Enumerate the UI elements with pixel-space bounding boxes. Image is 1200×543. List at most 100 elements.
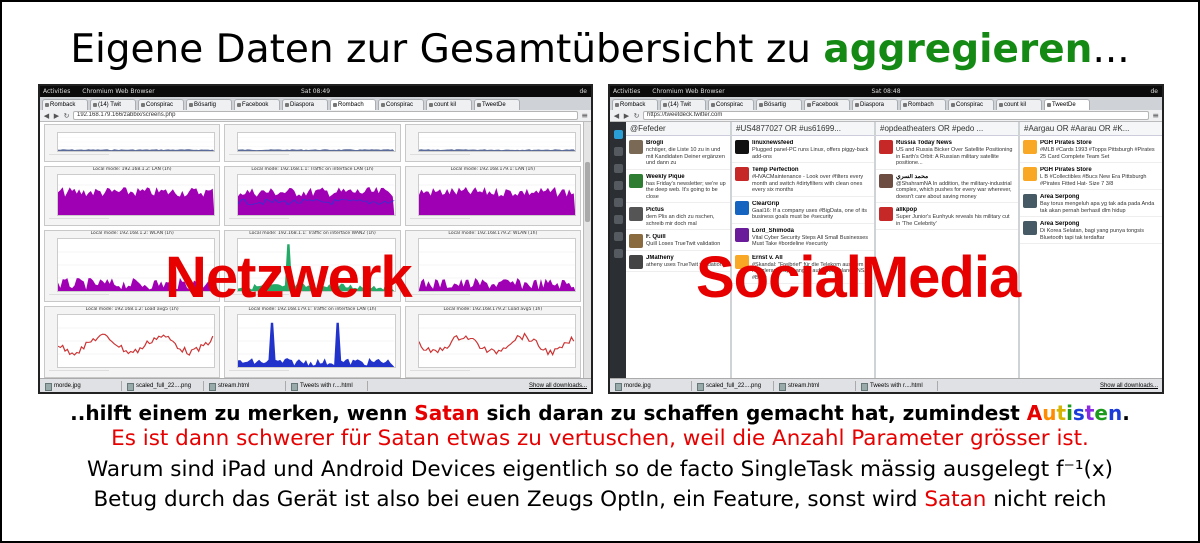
avatar[interactable]: [629, 207, 643, 221]
browser-tab[interactable]: Conspirac: [708, 99, 754, 110]
browser-tab[interactable]: Bösartig: [756, 99, 802, 110]
avatar[interactable]: [879, 173, 893, 188]
download-item[interactable]: scaled_full_22....png: [126, 380, 204, 391]
reload-icon[interactable]: ↻: [63, 112, 70, 120]
browser-tab[interactable]: Facebook: [234, 99, 280, 110]
browser-tab[interactable]: Conspirac: [378, 99, 424, 110]
download-item[interactable]: stream.html: [778, 380, 856, 391]
settings-icon[interactable]: [613, 249, 623, 258]
browser-tab[interactable]: Diaspora: [852, 99, 898, 110]
tweet-author[interactable]: Area Serpong: [1040, 194, 1159, 201]
tweet[interactable]: PGH Pirates Store L B #Collectibles #Bucs…: [1020, 163, 1162, 190]
browser-tab[interactable]: Diaspora: [282, 99, 328, 110]
tweet-author[interactable]: F. Quill: [646, 234, 727, 241]
avatar[interactable]: [1023, 140, 1037, 154]
avatar[interactable]: [735, 227, 749, 242]
browser-tab[interactable]: Bösartig: [186, 99, 232, 110]
tweet-author[interactable]: Pictus: [646, 207, 727, 214]
tweet[interactable]: PGH Pirates Store #MLB #Cards 1993 #Topps…: [1020, 136, 1162, 163]
tweet-author[interactable]: ClearGrip: [752, 201, 871, 208]
avatar[interactable]: [879, 207, 893, 221]
avatar[interactable]: [735, 167, 749, 181]
avatar[interactable]: [629, 173, 643, 188]
avatar[interactable]: [629, 234, 643, 248]
browser-tab[interactable]: Rombach: [900, 99, 946, 110]
download-item[interactable]: Tweets with r....html: [290, 380, 368, 391]
tweet[interactable]: Weekly Pique has Friday's newsletter; we'…: [626, 170, 730, 203]
avatar[interactable]: [1023, 167, 1037, 181]
download-item[interactable]: morde.jpg: [44, 380, 122, 391]
column-header[interactable]: #US4877027 OR #us61699...: [732, 122, 874, 136]
column-header[interactable]: @Fefeder: [626, 122, 730, 136]
download-item[interactable]: scaled_full_22....png: [696, 380, 774, 391]
keyboard-layout[interactable]: de: [1151, 86, 1159, 97]
download-item[interactable]: Tweets with r....html: [860, 380, 938, 391]
tweet-author[interactable]: PGH Pirates Store: [1040, 167, 1159, 174]
tweetdeck-logo-icon[interactable]: [613, 130, 623, 139]
browser-tab-active[interactable]: TweetDe: [1044, 99, 1090, 110]
tweet-author[interactable]: linuxnewsfeed: [752, 140, 871, 147]
tweet[interactable]: Temp Perfection #HVACMaintenance - Look o…: [732, 163, 874, 197]
download-item[interactable]: morde.jpg: [614, 380, 692, 391]
column-header[interactable]: #Aargau OR #Aarau OR #K...: [1020, 122, 1162, 136]
tweet[interactable]: محمد السري @ShahramNA In addition, the mi…: [876, 170, 1018, 203]
avatar[interactable]: [1023, 194, 1037, 208]
download-item[interactable]: stream.html: [208, 380, 286, 391]
avatar[interactable]: [735, 140, 749, 154]
back-icon[interactable]: ◀: [613, 112, 620, 120]
back-icon[interactable]: ◀: [43, 112, 50, 120]
column-header[interactable]: #opdeatheaters OR #pedo ...: [876, 122, 1018, 136]
avatar[interactable]: [735, 200, 749, 215]
menu-icon[interactable]: ≡: [1152, 111, 1159, 120]
show-all-downloads-link[interactable]: Show all downloads...: [1100, 383, 1158, 389]
tweet[interactable]: linuxnewsfeed Plugged panel-PC runs Linux…: [732, 136, 874, 163]
browser-tab-active[interactable]: Rombach: [330, 99, 376, 110]
tweet[interactable]: ClearGrip Gaal16: If a company uses #BigD…: [732, 197, 874, 224]
browser-tab[interactable]: Romback: [612, 99, 658, 110]
avatar[interactable]: [629, 140, 643, 154]
tweet-author[interactable]: Brogli: [646, 140, 727, 147]
messages-icon[interactable]: [613, 181, 623, 190]
browser-tab[interactable]: (14) Twit: [660, 99, 706, 110]
tweet[interactable]: Area Serpong Di Korea Selatan, bagi yang …: [1020, 217, 1162, 244]
add-column-icon[interactable]: [613, 232, 623, 241]
browser-tab[interactable]: Facebook: [804, 99, 850, 110]
tweet-author[interactable]: PGH Pirates Store: [1040, 140, 1159, 147]
tweet-author[interactable]: allkpop: [896, 207, 1015, 214]
notifications-icon[interactable]: [613, 164, 623, 173]
avatar[interactable]: [629, 255, 643, 269]
tweet-author[interactable]: Russia Today News: [896, 140, 1015, 147]
forward-icon[interactable]: ▶: [623, 112, 630, 120]
browser-tab[interactable]: Conspirac: [948, 99, 994, 110]
browser-tab[interactable]: (14) Twit: [90, 99, 136, 110]
keyboard-layout[interactable]: de: [580, 86, 588, 97]
tweet[interactable]: allkpop Super Junior's Eunhyuk reveals hi…: [876, 203, 1018, 230]
browser-tab[interactable]: count kil: [996, 99, 1042, 110]
browser-tab[interactable]: Conspirac: [138, 99, 184, 110]
tweet-author[interactable]: Weekly Pique: [646, 174, 727, 181]
search-icon[interactable]: [613, 198, 623, 207]
tweet[interactable]: Area Serpong Bay torus mengeluh apa yg ta…: [1020, 190, 1162, 217]
tweet[interactable]: Russia Today News US and Russia Bicker Ov…: [876, 136, 1018, 170]
url-field[interactable]: https://tweetdeck.twitter.com: [643, 111, 1150, 120]
lists-icon[interactable]: [613, 215, 623, 224]
avatar[interactable]: [1023, 221, 1037, 235]
avatar[interactable]: [879, 140, 893, 154]
tweet[interactable]: Brogli nchtiger, die Liste 10 zu in und m…: [626, 136, 730, 170]
forward-icon[interactable]: ▶: [53, 112, 60, 120]
browser-tab[interactable]: TweetDe: [474, 99, 520, 110]
reload-icon[interactable]: ↻: [633, 112, 640, 120]
scrollbar[interactable]: [583, 122, 591, 378]
menu-icon[interactable]: ≡: [581, 111, 588, 120]
url-field[interactable]: 192.168.179.166/zabbix/screens.php: [73, 111, 579, 120]
tweet-author[interactable]: Temp Perfection: [752, 167, 871, 174]
home-icon[interactable]: [613, 147, 623, 156]
browser-tab[interactable]: Romback: [42, 99, 88, 110]
tweet[interactable]: Pictus dem Plis an dich zu nschen, schrei…: [626, 203, 730, 230]
browser-tab[interactable]: count kil: [426, 99, 472, 110]
tweet-author[interactable]: Area Serpong: [1040, 221, 1159, 228]
tweet-author[interactable]: محمد السري: [896, 174, 1015, 181]
show-all-downloads-link[interactable]: Show all downloads...: [529, 383, 587, 389]
tweet-author[interactable]: Lord_Shimoda: [752, 228, 871, 235]
tweetdeck-column[interactable]: #Aargau OR #Aarau OR #K... PGH Pirates St…: [1020, 122, 1162, 378]
